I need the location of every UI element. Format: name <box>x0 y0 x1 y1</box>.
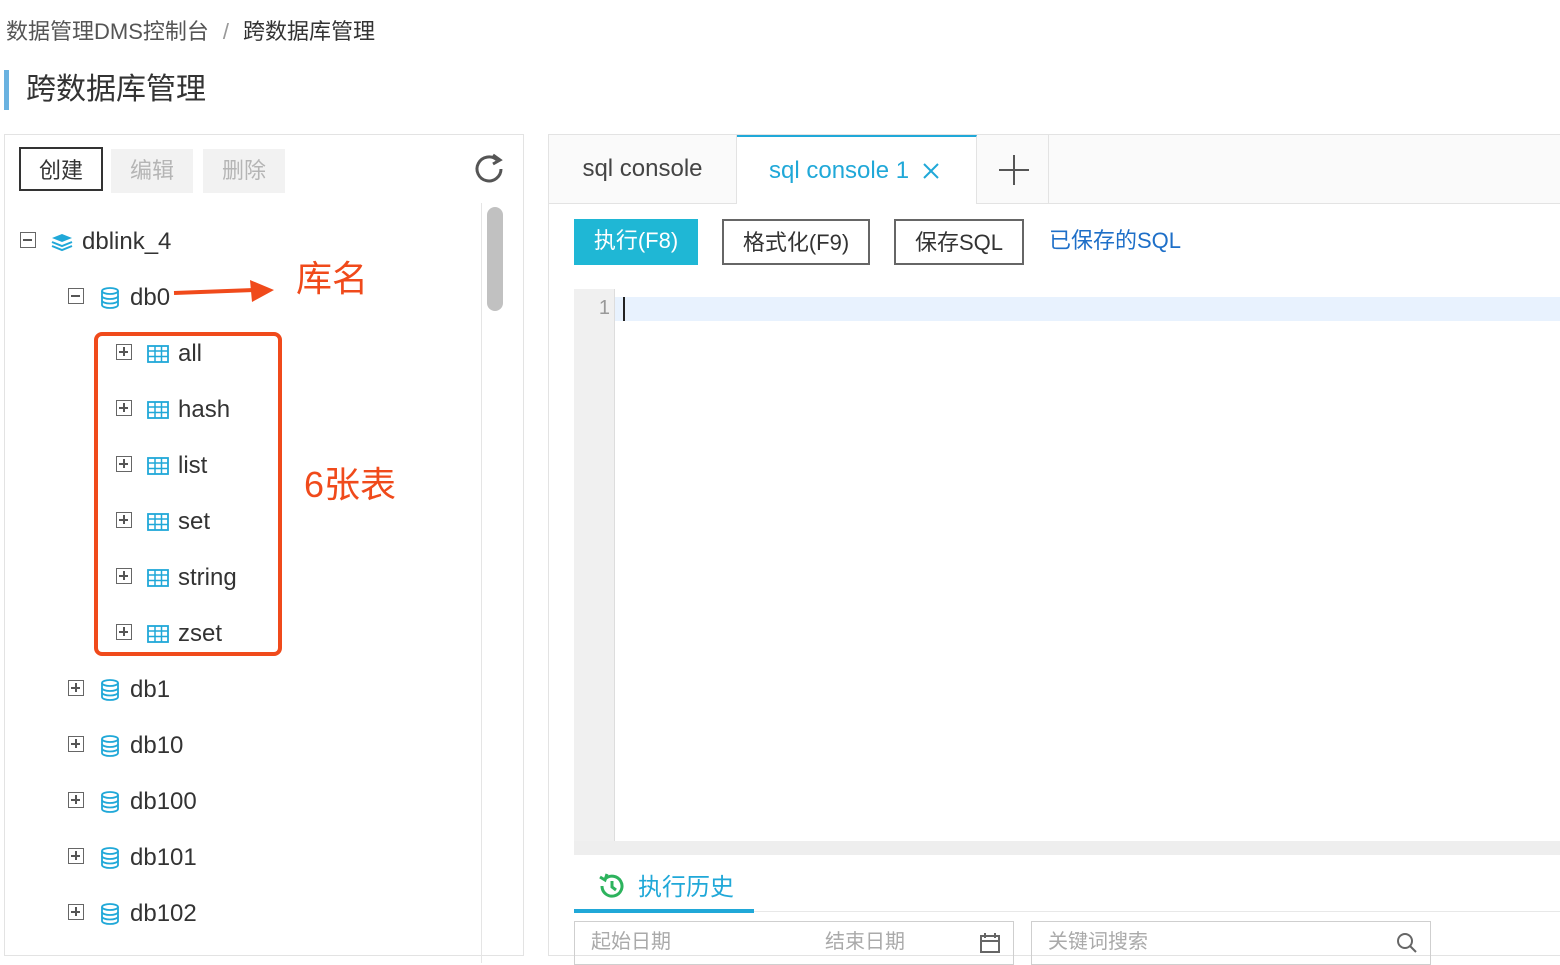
database-icon <box>101 847 119 869</box>
history-icon <box>599 873 624 898</box>
breadcrumb-root-link[interactable]: 数据管理DMS控制台 <box>6 19 209 44</box>
tree-node-label: db0 <box>130 284 171 311</box>
annotation-db-name: 库名 <box>296 258 369 299</box>
expand-icon[interactable] <box>68 680 84 696</box>
date-range-picker[interactable]: 起始日期 结束日期 <box>574 921 1014 965</box>
edit-button[interactable]: 编辑 <box>111 149 193 193</box>
end-date-placeholder: 结束日期 <box>825 931 905 953</box>
tab-label: sql console 1 <box>769 157 910 184</box>
tab-sql-console-1[interactable]: sql console 1 <box>737 135 977 204</box>
close-icon[interactable] <box>921 161 941 181</box>
expand-icon[interactable] <box>68 736 84 752</box>
editor-resize-bar[interactable] <box>574 841 1560 855</box>
tree-node-label: db102 <box>130 900 197 927</box>
page-title: 跨数据库管理 <box>26 73 206 106</box>
database-icon <box>101 679 119 701</box>
expand-icon[interactable] <box>68 904 84 920</box>
collapse-icon[interactable] <box>68 288 84 304</box>
add-tab-button[interactable] <box>977 135 1049 203</box>
tab-bar: sql console sql console 1 <box>549 135 1560 204</box>
tree-scroll-track[interactable] <box>481 203 482 963</box>
format-button[interactable]: 格式化(F9) <box>722 219 870 265</box>
database-icon <box>101 903 119 925</box>
breadcrumb-separator: / <box>222 19 230 44</box>
tree-node-label: db10 <box>130 732 184 759</box>
calendar-icon[interactable] <box>979 932 1001 954</box>
refresh-icon[interactable] <box>471 151 507 187</box>
search-icon[interactable] <box>1396 932 1418 954</box>
annotation-tables-box <box>94 332 282 656</box>
delete-button[interactable]: 删除 <box>203 149 285 193</box>
keyword-placeholder: 关键词搜索 <box>1048 931 1148 953</box>
run-button[interactable]: 执行(F8) <box>574 219 698 265</box>
tree-node-label: db100 <box>130 788 197 815</box>
sql-console-panel: sql console sql console 1 执行(F8) 格式化(F9)… <box>548 134 1560 965</box>
saved-sql-link[interactable]: 已保存的SQL <box>1049 219 1199 265</box>
annotation-arrow-icon <box>173 280 274 302</box>
database-icon <box>101 735 119 757</box>
create-button[interactable]: 创建 <box>19 147 103 191</box>
tree-scroll-thumb[interactable] <box>487 207 503 311</box>
expand-icon[interactable] <box>68 848 84 864</box>
line-number: 1 <box>598 297 610 319</box>
breadcrumb: 数据管理DMS控制台 / 跨数据库管理 <box>6 14 375 46</box>
database-icon <box>101 791 119 813</box>
tab-execution-history[interactable]: 执行历史 <box>574 859 754 913</box>
annotation-tables-count: 6张表 <box>304 464 397 505</box>
active-line-highlight <box>615 297 1560 321</box>
database-icon <box>101 287 119 309</box>
title-accent-bar <box>4 70 9 110</box>
start-date-placeholder: 起始日期 <box>591 931 671 953</box>
tree-node-label: db1 <box>130 676 171 703</box>
plus-icon <box>999 155 1029 185</box>
tab-sql-console[interactable]: sql console <box>549 135 737 203</box>
breadcrumb-current: 跨数据库管理 <box>243 19 376 44</box>
tree-node-label: dblink_4 <box>82 228 172 255</box>
divider <box>754 911 1560 912</box>
history-tab-label: 执行历史 <box>638 874 734 901</box>
dblink-icon <box>51 234 73 252</box>
save-sql-button[interactable]: 保存SQL <box>894 219 1024 265</box>
line-number-gutter: 1 <box>574 289 615 841</box>
expand-icon[interactable] <box>68 792 84 808</box>
collapse-icon[interactable] <box>20 232 36 248</box>
tree-node-label: db101 <box>130 844 197 871</box>
sql-editor[interactable]: 1 <box>574 289 1560 841</box>
text-caret <box>623 297 625 321</box>
keyword-search-input[interactable]: 关键词搜索 <box>1031 921 1431 965</box>
